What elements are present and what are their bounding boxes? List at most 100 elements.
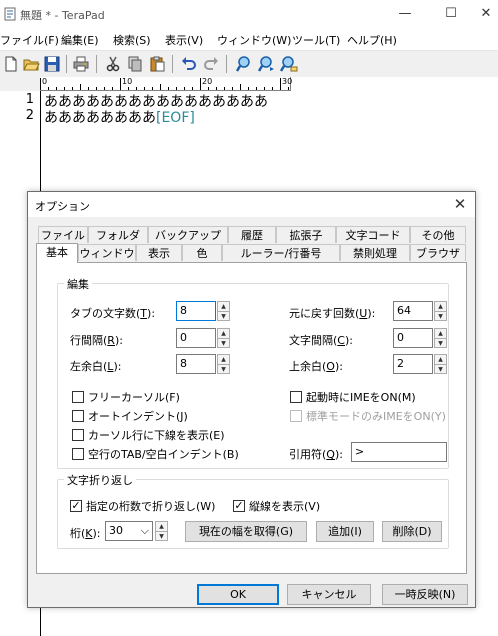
ruler-tick xyxy=(160,84,161,90)
top-margin-input[interactable]: 2 xyxy=(393,354,433,374)
left-margin-input[interactable]: 8 xyxy=(176,354,216,374)
auto-indent-checkbox[interactable] xyxy=(72,410,84,422)
ruler-tick xyxy=(232,87,233,90)
ruler-tick xyxy=(240,84,241,90)
dialog-close-button[interactable]: ✕ xyxy=(448,193,472,215)
paste-icon[interactable] xyxy=(148,55,166,73)
line-spacing-spinner[interactable]: ▲ ▼ xyxy=(217,328,230,348)
ruler-tick xyxy=(168,87,169,90)
ok-button[interactable]: OK xyxy=(197,584,279,605)
top-margin-spinner[interactable]: ▲ ▼ xyxy=(434,354,447,374)
print-icon[interactable] xyxy=(72,55,90,73)
ruler-tick xyxy=(112,87,113,90)
tab-width-spinner[interactable]: ▲ ▼ xyxy=(217,301,230,321)
tab-history[interactable]: 履歴 xyxy=(228,226,276,243)
delete-button[interactable]: 削除(D) xyxy=(382,521,442,542)
ruler-tick xyxy=(248,87,249,90)
cut-icon[interactable] xyxy=(104,55,122,73)
left-margin-spinner[interactable]: ▲ ▼ xyxy=(217,354,230,374)
toolbar-separator xyxy=(226,55,227,73)
menu-tools[interactable]: ツール(T) xyxy=(292,32,340,48)
tab-kinsoku[interactable]: 禁則処理 xyxy=(340,244,410,261)
new-file-icon[interactable] xyxy=(2,55,20,73)
ruler-tick xyxy=(144,87,145,90)
ruler-tick xyxy=(200,78,201,90)
undo-icon[interactable] xyxy=(180,55,198,73)
top-margin-label: 上余白(O): xyxy=(289,360,343,373)
show-vline-checkbox[interactable]: ✓ xyxy=(233,500,245,512)
ruler-tick xyxy=(104,87,105,90)
wrap-at-column-checkbox[interactable]: ✓ xyxy=(70,500,82,512)
find-next-icon[interactable] xyxy=(258,55,276,73)
undo-count-spinner[interactable]: ▲ ▼ xyxy=(434,301,447,321)
copy-icon[interactable] xyxy=(126,55,144,73)
tab-folder[interactable]: フォルダ xyxy=(88,226,148,243)
undo-count-label: 元に戻す回数(U): xyxy=(289,307,376,320)
dialog-title: オプション xyxy=(35,200,90,213)
ime-on-startup-checkbox[interactable] xyxy=(290,391,302,403)
tab-encoding[interactable]: 文字コード xyxy=(336,226,410,243)
add-button[interactable]: 追加(I) xyxy=(316,521,374,542)
menu-view[interactable]: 表示(V) xyxy=(165,32,203,48)
ruler-tick xyxy=(128,87,129,90)
char-spacing-input[interactable]: 0 xyxy=(393,328,433,348)
editor-line[interactable]: ああああああああ[EOF] xyxy=(44,107,195,127)
menu-window[interactable]: ウィンドウ(W) xyxy=(217,32,291,48)
tab-backup[interactable]: バックアップ xyxy=(148,226,228,243)
ruler-tick xyxy=(120,78,121,90)
wrap-group-label: 文字折り返し xyxy=(64,472,136,488)
char-spacing-spinner[interactable]: ▲ ▼ xyxy=(434,328,447,348)
cancel-button[interactable]: キャンセル xyxy=(287,584,371,605)
toolbar-separator xyxy=(172,55,173,73)
tab-other[interactable]: その他 xyxy=(410,226,466,243)
replace-icon[interactable] xyxy=(280,55,298,73)
redo-icon[interactable] xyxy=(202,55,220,73)
quote-input[interactable]: > xyxy=(351,442,447,462)
column-spinner[interactable]: ▲ ▼ xyxy=(155,521,168,541)
ruler-tick xyxy=(288,87,289,90)
undo-count-input[interactable]: 64 xyxy=(393,301,433,321)
line-number: 1 xyxy=(25,92,34,107)
cursor-underline-checkbox[interactable] xyxy=(72,429,84,441)
ruler-tick xyxy=(184,87,185,90)
tab-window[interactable]: ウィンドウ xyxy=(78,244,136,261)
tab-browser[interactable]: ブラウザ xyxy=(410,244,466,261)
ruler: 0 10 20 30 xyxy=(40,77,292,91)
tab-ruler-linenumber[interactable]: ルーラー/行番号 xyxy=(222,244,340,261)
menu-search[interactable]: 検索(S) xyxy=(113,32,151,48)
minimize-button[interactable]: — xyxy=(382,0,428,28)
tab-width-input[interactable]: 8 xyxy=(176,301,216,321)
ruler-tick xyxy=(272,87,273,90)
menu-edit[interactable]: 編集(E) xyxy=(61,32,99,48)
tab-width-label: タブの文字数(T): xyxy=(70,307,156,320)
ruler-tick xyxy=(176,87,177,90)
column-select[interactable]: 30 ⌵ xyxy=(105,521,153,541)
ruler-tick xyxy=(48,87,49,90)
tab-file[interactable]: ファイル xyxy=(38,226,88,243)
menu-file[interactable]: ファイル(F) xyxy=(0,32,59,48)
tab-color[interactable]: 色 xyxy=(182,244,222,261)
ruler-tick xyxy=(40,78,41,90)
get-current-width-button[interactable]: 現在の幅を取得(G) xyxy=(185,521,307,542)
apply-temporarily-button[interactable]: 一時反映(N) xyxy=(382,584,468,605)
char-spacing-label: 文字間隔(C): xyxy=(289,334,353,347)
tab-extension[interactable]: 拡張子 xyxy=(276,226,336,243)
tab-view[interactable]: 表示 xyxy=(136,244,182,261)
ruler-tick xyxy=(256,87,257,90)
free-cursor-checkbox[interactable] xyxy=(72,391,84,403)
ruler-tick xyxy=(280,78,281,90)
blank-line-indent-label: 空行のTAB/空白インデント(B) xyxy=(88,448,239,461)
open-folder-icon[interactable] xyxy=(22,55,40,73)
window-close-button[interactable]: ✕ xyxy=(474,0,498,28)
tab-basic[interactable]: 基本 xyxy=(36,243,78,263)
find-icon[interactable] xyxy=(236,55,254,73)
blank-line-indent-checkbox[interactable] xyxy=(72,448,84,460)
save-icon[interactable] xyxy=(43,55,61,73)
eof-marker: [EOF] xyxy=(156,110,195,126)
ime-standard-mode-label: 標準モードのみIMEをON(Y) xyxy=(306,410,446,423)
ruler-tick xyxy=(224,87,225,90)
ruler-label: 10 xyxy=(122,77,133,86)
maximize-button[interactable]: ☐ xyxy=(428,0,474,28)
line-spacing-input[interactable]: 0 xyxy=(176,328,216,348)
menu-help[interactable]: ヘルプ(H) xyxy=(347,32,397,48)
